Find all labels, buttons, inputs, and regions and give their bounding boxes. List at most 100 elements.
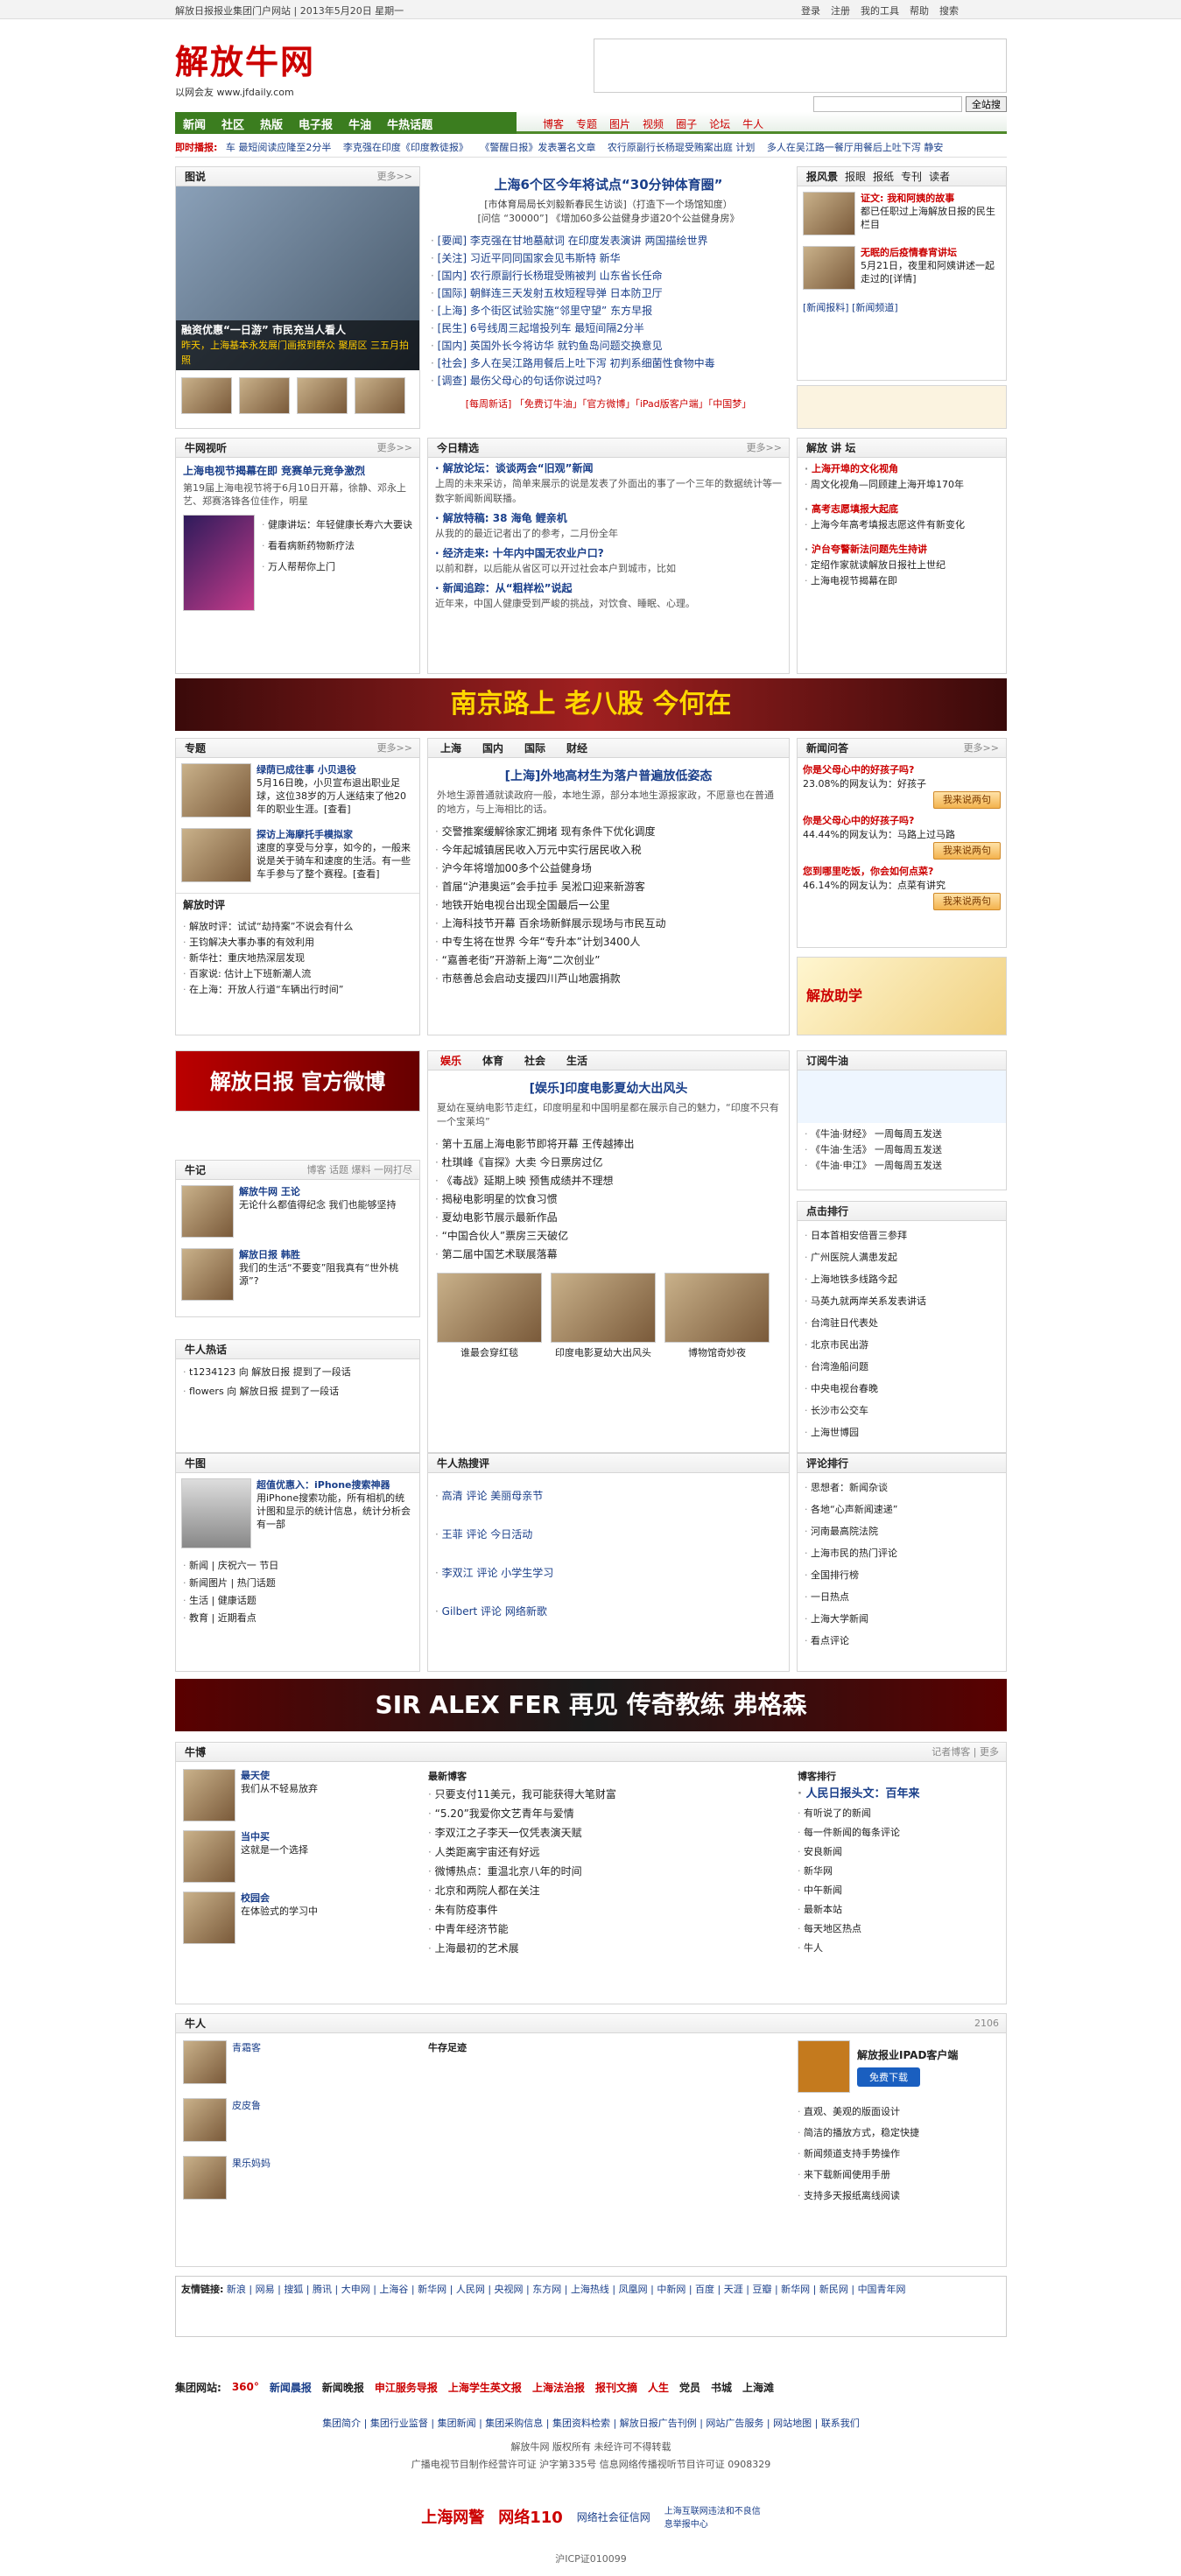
blog-author[interactable]: 校园会 — [241, 1892, 318, 1905]
list-item[interactable]: [关注] 习近平同同国家会见韦斯特 新华 — [431, 249, 786, 267]
list-item[interactable]: 夏幼电影节展示最新作品 — [435, 1209, 782, 1227]
nav-community[interactable]: 社区 — [214, 112, 252, 134]
list-item[interactable]: 李双江之子李天一仅凭表演天赋 — [428, 1823, 778, 1843]
nav-news[interactable]: 新闻 — [175, 112, 214, 134]
list-item[interactable]: 市慈善总会启动支援四川芦山地震捐款 — [435, 970, 782, 988]
nav-epaper[interactable]: 电子报 — [291, 112, 341, 134]
nav-forum[interactable]: 论坛 — [709, 116, 730, 131]
photo-thumb[interactable] — [355, 377, 405, 414]
friend-link[interactable]: 东方网 — [532, 2284, 561, 2295]
qa-question[interactable]: 你是父母心中的好孩子吗? — [803, 763, 1001, 777]
nav-video[interactable]: 视频 — [643, 116, 664, 131]
comment-button[interactable]: 我来说两句 — [933, 893, 1001, 910]
tab-paper[interactable]: 报纸 — [873, 167, 894, 186]
friend-link[interactable]: 上海热线 — [571, 2284, 609, 2295]
list-item[interactable]: 上海最初的艺术展 — [428, 1939, 778, 1958]
nav-photo[interactable]: 图片 — [609, 116, 630, 131]
tv-video[interactable] — [183, 515, 255, 611]
nav-blog[interactable]: 博客 — [543, 116, 564, 131]
list-item[interactable]: 教育 | 近期看点 — [183, 1610, 412, 1627]
list-item[interactable]: 每天地区热点 — [798, 1920, 1001, 1939]
blog-avatar[interactable] — [183, 1769, 235, 1821]
list-item[interactable]: 健康讲坛：年轻健康长寿六大要诀 — [262, 515, 412, 536]
footer-link[interactable]: 解放日报广告刊例 — [620, 2418, 697, 2429]
search-input[interactable] — [813, 96, 962, 112]
list-item[interactable]: 北京市民出游 — [805, 1334, 999, 1356]
breaking-item[interactable]: 李克强在印度《印度教徒报》 — [343, 142, 468, 153]
avatar[interactable] — [183, 2098, 227, 2142]
police-badge-sub[interactable]: 网络110 — [498, 2505, 563, 2528]
tab-international[interactable]: 国际 — [524, 739, 545, 757]
list-item[interactable]: “5.20”我爱你文艺青年与爱情 — [428, 1804, 778, 1823]
help-link[interactable]: 帮助 — [910, 4, 929, 18]
picks-more[interactable]: 更多>> — [747, 439, 782, 458]
friend-link[interactable]: 新浪 — [227, 2284, 246, 2295]
headline-tail[interactable]: [每周新话] 「免费订牛油」「官方微博」「iPad版客户端」「中国梦」 — [427, 397, 790, 411]
pick-title[interactable]: · 经济走来: 十年内中国无农业户口? — [435, 546, 782, 561]
friend-link[interactable]: 中国青年网 — [858, 2284, 906, 2295]
friend-link[interactable]: 新华网 — [781, 2284, 810, 2295]
special-thumb[interactable] — [181, 828, 251, 882]
ad-banner-2[interactable]: SIR ALEX FER 再见 传奇教练 弗格森 — [175, 1679, 1007, 1731]
ad-banner-1[interactable]: 南京路上 老八股 今何在 — [175, 678, 1007, 731]
list-item[interactable]: 新华网 — [798, 1862, 1001, 1881]
icp[interactable]: 沪ICP证010099 — [175, 2551, 1007, 2565]
subscribe-logo[interactable] — [798, 1070, 1006, 1123]
friend-link[interactable]: 中新网 — [657, 2284, 685, 2295]
list-item[interactable]: “中国合伙人”票房三天破亿 — [435, 1227, 782, 1246]
paper-thumb[interactable] — [803, 246, 855, 290]
list-item[interactable]: 王钧解决大事办事的有效利用 — [183, 935, 412, 951]
list-item[interactable]: 人类距离宇宙还有好远 — [428, 1843, 778, 1862]
list-item[interactable]: 中青年经济节能 — [428, 1920, 778, 1939]
list-item[interactable]: 朱有防疫事件 — [428, 1900, 778, 1920]
list-item[interactable]: 上海世博园 — [805, 1421, 999, 1443]
list-item[interactable]: 牛人 — [798, 1939, 1001, 1958]
list-item[interactable]: 《毒战》延期上映 预售成绩并不理想 — [435, 1172, 782, 1190]
comment-button[interactable]: 我来说两句 — [933, 791, 1001, 809]
list-item[interactable]: 一日热点 — [805, 1586, 999, 1608]
friend-link[interactable]: 新民网 — [819, 2284, 848, 2295]
paper-thumb[interactable] — [803, 192, 855, 235]
nav-special[interactable]: 专题 — [576, 116, 597, 131]
list-item[interactable]: [调查] 最伤父母心的句话你说过吗? — [431, 372, 786, 390]
nav-circle[interactable]: 圈子 — [676, 116, 697, 131]
nav-hot[interactable]: 热版 — [252, 112, 291, 134]
friend-link[interactable]: 天涯 — [724, 2284, 743, 2295]
list-item[interactable]: 台湾驻日代表处 — [805, 1312, 999, 1334]
paper-title[interactable]: 证文: 我和阿姨的故事 — [861, 192, 1001, 205]
ent-photo-caption[interactable]: 印度电影夏幼大出风头 — [551, 1345, 656, 1359]
person-name[interactable]: 青霜客 — [232, 2040, 261, 2084]
friend-link[interactable]: 新华网 — [418, 2284, 446, 2295]
search-link[interactable]: 搜索 — [939, 4, 959, 18]
header-ad[interactable] — [594, 39, 1007, 93]
mobile-title[interactable]: 超值优惠入：iPhone搜索神器 — [257, 1478, 414, 1492]
qa-question[interactable]: 您到哪里吃饭，你会如何点菜? — [803, 865, 1001, 879]
pick-title[interactable]: · 解放特稿: 38 海龟 鲤亲机 — [435, 511, 782, 526]
list-item[interactable]: 中专生将在世界 今年“专升本”计划3400人 — [435, 933, 782, 951]
list-item[interactable]: 中央电视台春晚 — [805, 1378, 999, 1400]
niuji-title[interactable]: 解放日报 韩胜 — [239, 1248, 414, 1261]
friend-link[interactable]: 凤凰网 — [619, 2284, 648, 2295]
list-item[interactable]: [国际] 朝鲜连三天发射五枚短程导弹 日本防卫厅 — [431, 284, 786, 302]
phone-photo[interactable] — [181, 1478, 251, 1548]
list-item[interactable]: 王菲 评论 今日活动 — [435, 1515, 782, 1554]
list-item[interactable]: 看点评论 — [805, 1630, 999, 1652]
qa-more[interactable]: 更多>> — [964, 739, 999, 758]
breaking-item[interactable]: 多人在吴江路一餐厅用餐后上吐下泻 静安 — [767, 142, 944, 153]
list-item[interactable]: 生活 | 健康话题 — [183, 1592, 412, 1610]
list-item[interactable]: 各地“心声新闻速递” — [805, 1499, 999, 1520]
list-item[interactable]: “嘉善老街”开游新上海“二次创业” — [435, 951, 782, 970]
list-item[interactable]: 新闻 | 庆祝六一 节日 — [183, 1557, 412, 1575]
friend-link[interactable]: 百度 — [695, 2284, 714, 2295]
footer-link[interactable]: 集团资料检索 — [552, 2418, 610, 2429]
headline-title[interactable]: 上海6个区今年将试点“30分钟体育圈” — [427, 175, 790, 193]
ent-photo-caption[interactable]: 博物馆奇妙夜 — [664, 1345, 770, 1359]
list-item[interactable]: [上海] 多个街区试验实施“邻里守望” 东方早报 — [431, 302, 786, 319]
footer-link[interactable]: 集团行业监督 — [370, 2418, 428, 2429]
group-link[interactable]: 上海滩 — [742, 2380, 774, 2395]
group-link[interactable]: 新闻晨报 — [270, 2380, 312, 2395]
tv-more[interactable]: 更多>> — [377, 439, 412, 458]
avatar[interactable] — [183, 2156, 227, 2200]
credit-badge[interactable]: 网络社会征信网 — [577, 2509, 650, 2524]
zhuxue-ad[interactable]: 解放助学 — [797, 957, 1007, 1035]
